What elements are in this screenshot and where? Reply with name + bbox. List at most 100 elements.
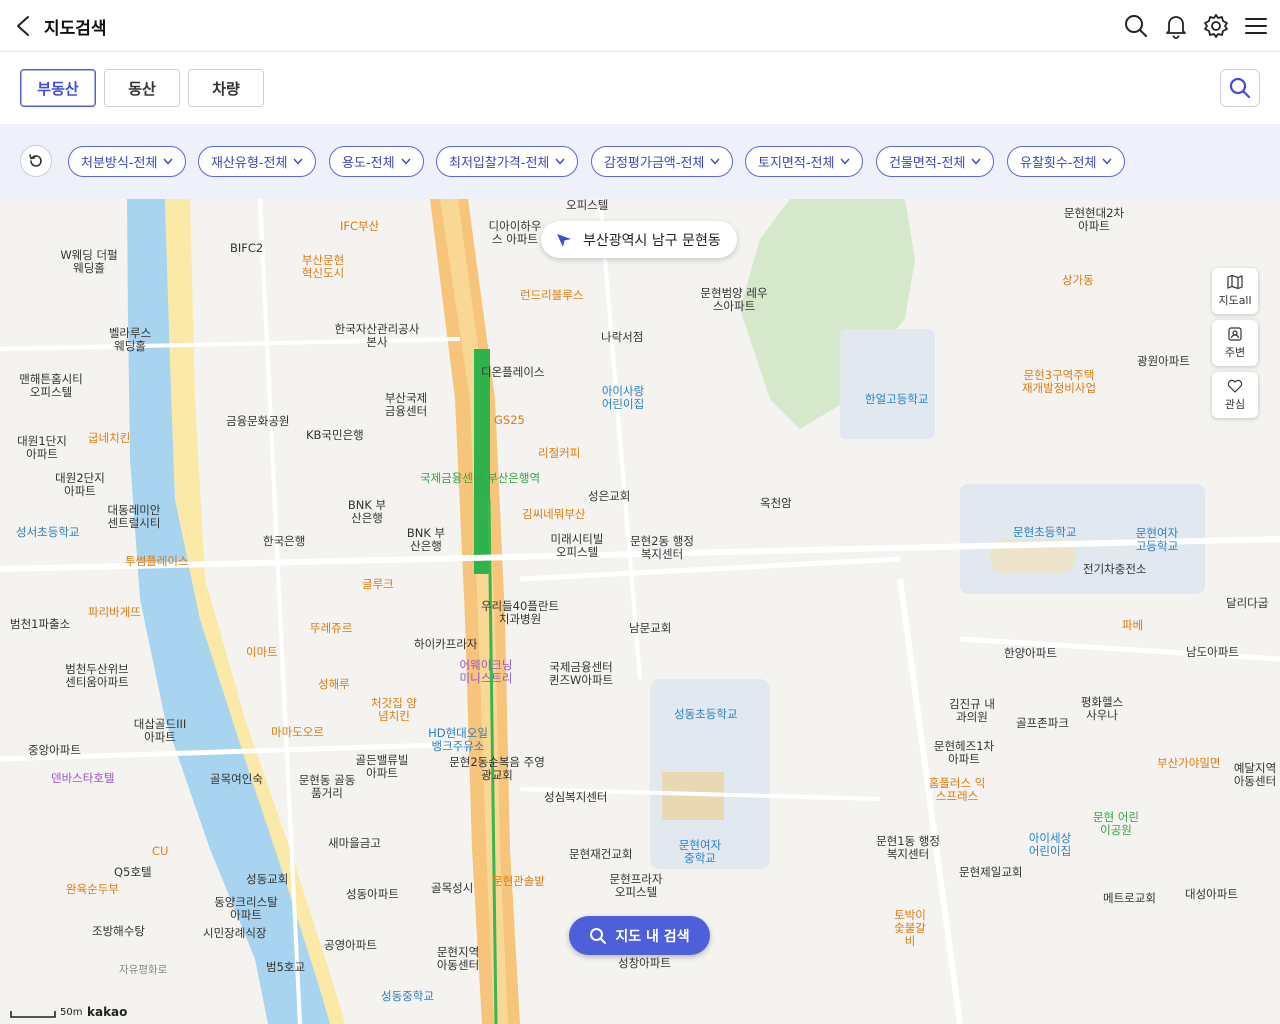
map-label[interactable]: 오피스텔 — [566, 199, 608, 212]
map-label[interactable]: GS25 — [494, 414, 525, 427]
bell-icon[interactable] — [1162, 12, 1190, 40]
map-label[interactable]: 옥천암 — [760, 497, 792, 510]
map-label[interactable]: 나락서점 — [601, 331, 643, 344]
filter-building-area[interactable]: 건물면적-전체 — [876, 146, 995, 177]
map-label[interactable]: 중앙아파트 — [28, 744, 81, 757]
filter-property-type[interactable]: 재산유형-전체 — [198, 146, 317, 177]
map-label[interactable]: 문현제일교회 — [959, 866, 1022, 879]
map-label[interactable]: 토박이 숯불갈비 — [889, 909, 931, 948]
map-label[interactable]: 한국은행 — [263, 535, 305, 548]
map-label[interactable]: 문현헤즈1차 아파트 — [930, 740, 998, 766]
map-label[interactable]: BNK 부산은행 — [347, 499, 387, 525]
nearby-button[interactable]: 주변 — [1212, 320, 1258, 366]
map-label[interactable]: Q5호텔 — [114, 866, 152, 879]
tab-real-estate[interactable]: 부동산 — [20, 69, 96, 107]
map-label[interactable]: 파리바게뜨 — [88, 606, 141, 619]
map-label[interactable]: 벨라루스 웨딩홀 — [107, 327, 153, 353]
map-label[interactable]: 골프존파크 — [1016, 717, 1069, 730]
map-label[interactable]: 대삽골드III 아파트 — [130, 718, 190, 744]
map-label[interactable]: 문현재건교회 — [569, 848, 632, 861]
map-label[interactable]: 골목여인숙 — [210, 773, 263, 786]
map-label[interactable]: 골든밸류빌 아파트 — [353, 754, 411, 780]
reset-button[interactable] — [20, 145, 52, 177]
map-label[interactable]: 부산가야밀면 — [1157, 757, 1220, 770]
search-button[interactable] — [1220, 69, 1260, 107]
map-label[interactable]: 성심복지센터 — [544, 791, 607, 804]
map-label[interactable]: 문현현대2차 아파트 — [1062, 207, 1126, 233]
search-in-map-button[interactable]: 지도 내 검색 — [569, 916, 710, 955]
map-label[interactable]: 김진규 내과의원 — [948, 698, 996, 724]
map-label[interactable]: 대동레미안 센트럴시티 — [106, 504, 162, 530]
map-label[interactable]: 전기차충전소 — [1083, 563, 1146, 576]
map-label[interactable]: 디온플레이스 — [481, 366, 544, 379]
map-label[interactable]: 메트로교회 — [1103, 892, 1156, 905]
map-label[interactable]: 국제금융센터.부산은행역 — [420, 472, 540, 485]
map-label[interactable]: HD현대오일 뱅크주유소 — [426, 727, 490, 753]
map-label[interactable]: 국제금융센터 퀸즈W아파트 — [546, 661, 616, 687]
map-label[interactable]: 성동초등학교 — [674, 708, 737, 721]
map-label[interactable]: IFC부산 — [340, 220, 379, 233]
map-label[interactable]: 이마트 — [246, 646, 278, 659]
map-label[interactable]: 완육순두부 — [66, 883, 119, 896]
map-label[interactable]: 범5호교 — [266, 961, 305, 974]
map-label[interactable]: 글루크 — [362, 578, 394, 591]
map-label[interactable]: 문현관솔밭 — [492, 875, 545, 888]
map-label[interactable]: 성은교회 — [588, 490, 630, 503]
map-label[interactable]: 마마도오르 — [271, 726, 324, 739]
map-label[interactable]: 성창아파트 — [618, 957, 671, 970]
map-label[interactable]: 조방해수탕 — [92, 925, 145, 938]
map-label[interactable]: 미래시티빌 오피스텔 — [548, 533, 606, 559]
filter-disposal-method[interactable]: 처분방식-전체 — [68, 146, 187, 177]
map-label[interactable]: 범천1파출소 — [10, 618, 70, 631]
map-label[interactable]: 런드리블루스 — [520, 289, 583, 302]
map-label[interactable]: 남도아파트 — [1186, 646, 1239, 659]
map-label[interactable]: 홈플러스 익스프레스 — [925, 777, 989, 803]
gear-icon[interactable] — [1202, 12, 1230, 40]
map-label[interactable]: 부산국제 금융센터 — [383, 392, 429, 418]
map-label[interactable]: 리절커피 — [538, 447, 580, 460]
map-label[interactable]: W웨딩 더펄 웨딩홀 — [58, 249, 120, 275]
map-label[interactable]: 범천두산위브 센티움아파트 — [63, 663, 131, 689]
tab-vehicle[interactable]: 차량 — [188, 69, 264, 107]
map-label[interactable]: 문현여자 고등학교 — [1133, 527, 1181, 553]
map-label[interactable]: 문현동 골동품거리 — [298, 774, 356, 800]
map-label[interactable]: 문현여자 중학교 — [676, 839, 724, 865]
map-label[interactable]: 골목성시 — [431, 882, 473, 895]
filter-land-area[interactable]: 토지면적-전체 — [745, 146, 864, 177]
map-label[interactable]: 문현초등학교 — [1013, 526, 1076, 539]
map-label[interactable]: 문현프라자 오피스텔 — [606, 873, 666, 899]
map-label[interactable]: 맨해튼홈시티 오피스텔 — [17, 373, 85, 399]
map-label[interactable]: 예달지역 아동센터 — [1230, 762, 1280, 788]
map-label[interactable]: 대성아파트 — [1185, 888, 1238, 901]
map-label[interactable]: 어웨이크닝 미니스트리 — [457, 659, 515, 685]
map-label[interactable]: 성동교회 — [246, 873, 288, 886]
map-label[interactable]: 성해루 — [318, 678, 350, 691]
map-label[interactable]: 뚜레쥬르 — [310, 622, 352, 635]
map-label[interactable]: BNK 부산은행 — [406, 527, 446, 553]
map-label[interactable]: 달리다굽 — [1226, 597, 1268, 610]
map-label[interactable]: 우리들40플란트 치과병원 — [480, 600, 560, 626]
map-label[interactable]: 광원아파트 — [1137, 355, 1190, 368]
map-label[interactable]: 문현3구역주택 재개발정비사업 — [1019, 369, 1099, 395]
map-label[interactable]: 굽네치킨 — [88, 432, 130, 445]
map-label[interactable]: 문현1동 행정복지센터 — [874, 835, 942, 861]
tab-movable[interactable]: 동산 — [104, 69, 180, 107]
filter-appraisal-amount[interactable]: 감정평가금액-전체 — [591, 146, 734, 177]
filter-min-bid-price[interactable]: 최저입찰가격-전체 — [436, 146, 579, 177]
map-label[interactable]: 상가동 — [1062, 274, 1094, 287]
map-label[interactable]: 한양아파트 — [1004, 647, 1057, 660]
map-label[interactable]: 파베 — [1122, 619, 1143, 632]
map-all-button[interactable]: 지도all — [1212, 268, 1258, 314]
map-label[interactable]: 성동중학교 — [381, 990, 434, 1003]
current-location-pill[interactable]: 부산광역시 남구 문현동 — [541, 221, 737, 258]
map-label[interactable]: 디아이하우스 아파트 — [484, 220, 546, 246]
map-label[interactable]: 문현 어린이공원 — [1088, 811, 1144, 837]
back-arrow-icon[interactable] — [10, 12, 38, 40]
map-label[interactable]: 금융문화공원 — [226, 415, 289, 428]
map-label[interactable]: 아이세상 어린이집 — [1028, 832, 1072, 858]
map-label[interactable]: 평화헬스 사우나 — [1080, 696, 1124, 722]
map-view[interactable]: IFC부산 BIFC2 디아이하우스 아파트 오피스텔 W웨딩 더펄 웨딩홀 부… — [0, 199, 1280, 1024]
map-label[interactable]: CU — [152, 845, 168, 858]
filter-failed-bids[interactable]: 유찰횟수-전체 — [1007, 146, 1126, 177]
map-label[interactable]: 문현범양 레우스아파트 — [700, 287, 768, 313]
